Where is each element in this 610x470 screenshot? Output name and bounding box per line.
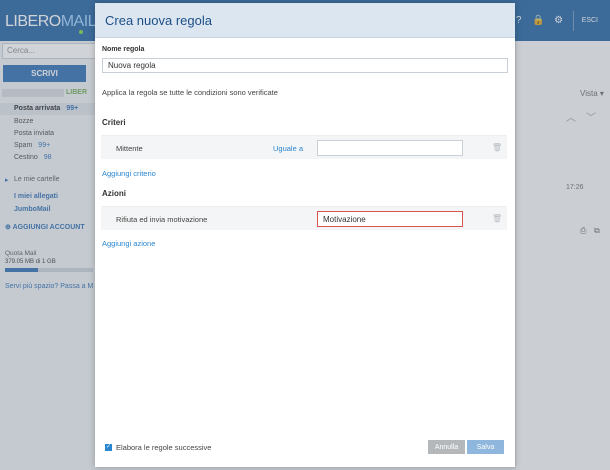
- action-type[interactable]: Rifiuta ed invia motivazione: [116, 215, 207, 224]
- create-rule-dialog: Crea nuova regola Nome regola Nuova rego…: [95, 3, 515, 467]
- criterion-value-field[interactable]: [317, 140, 463, 156]
- trash-icon[interactable]: 🗑: [492, 214, 502, 223]
- add-action-link[interactable]: Aggiungi azione: [102, 239, 155, 248]
- trash-icon[interactable]: 🗑: [492, 143, 502, 152]
- cancel-button[interactable]: Annulla: [428, 440, 465, 454]
- rule-name-field[interactable]: Nuova regola: [102, 58, 508, 73]
- add-criterion-link[interactable]: Aggiungi criterio: [102, 169, 156, 178]
- criterion-operator[interactable]: Uguale a: [273, 144, 303, 153]
- actions-heading: Azioni: [102, 189, 126, 198]
- process-next-checkbox[interactable]: ✓: [105, 444, 112, 451]
- rule-name-label: Nome regola: [102, 46, 145, 53]
- action-row: Rifiuta ed invia motivazione Motivazione…: [101, 206, 507, 230]
- criterion-field[interactable]: Mittente: [116, 144, 143, 153]
- dialog-header: Crea nuova regola: [95, 3, 515, 38]
- criterion-row: Mittente Uguale a 🗑: [101, 135, 507, 159]
- dialog-title: Crea nuova regola: [105, 13, 212, 28]
- action-reason-field[interactable]: Motivazione: [317, 211, 463, 227]
- save-button[interactable]: Salva: [467, 440, 504, 454]
- criteria-heading: Criteri: [102, 118, 126, 127]
- process-next-label: Elabora le regole successive: [116, 443, 212, 452]
- apply-condition-text: Applica la regola se tutte le condizioni…: [102, 88, 278, 97]
